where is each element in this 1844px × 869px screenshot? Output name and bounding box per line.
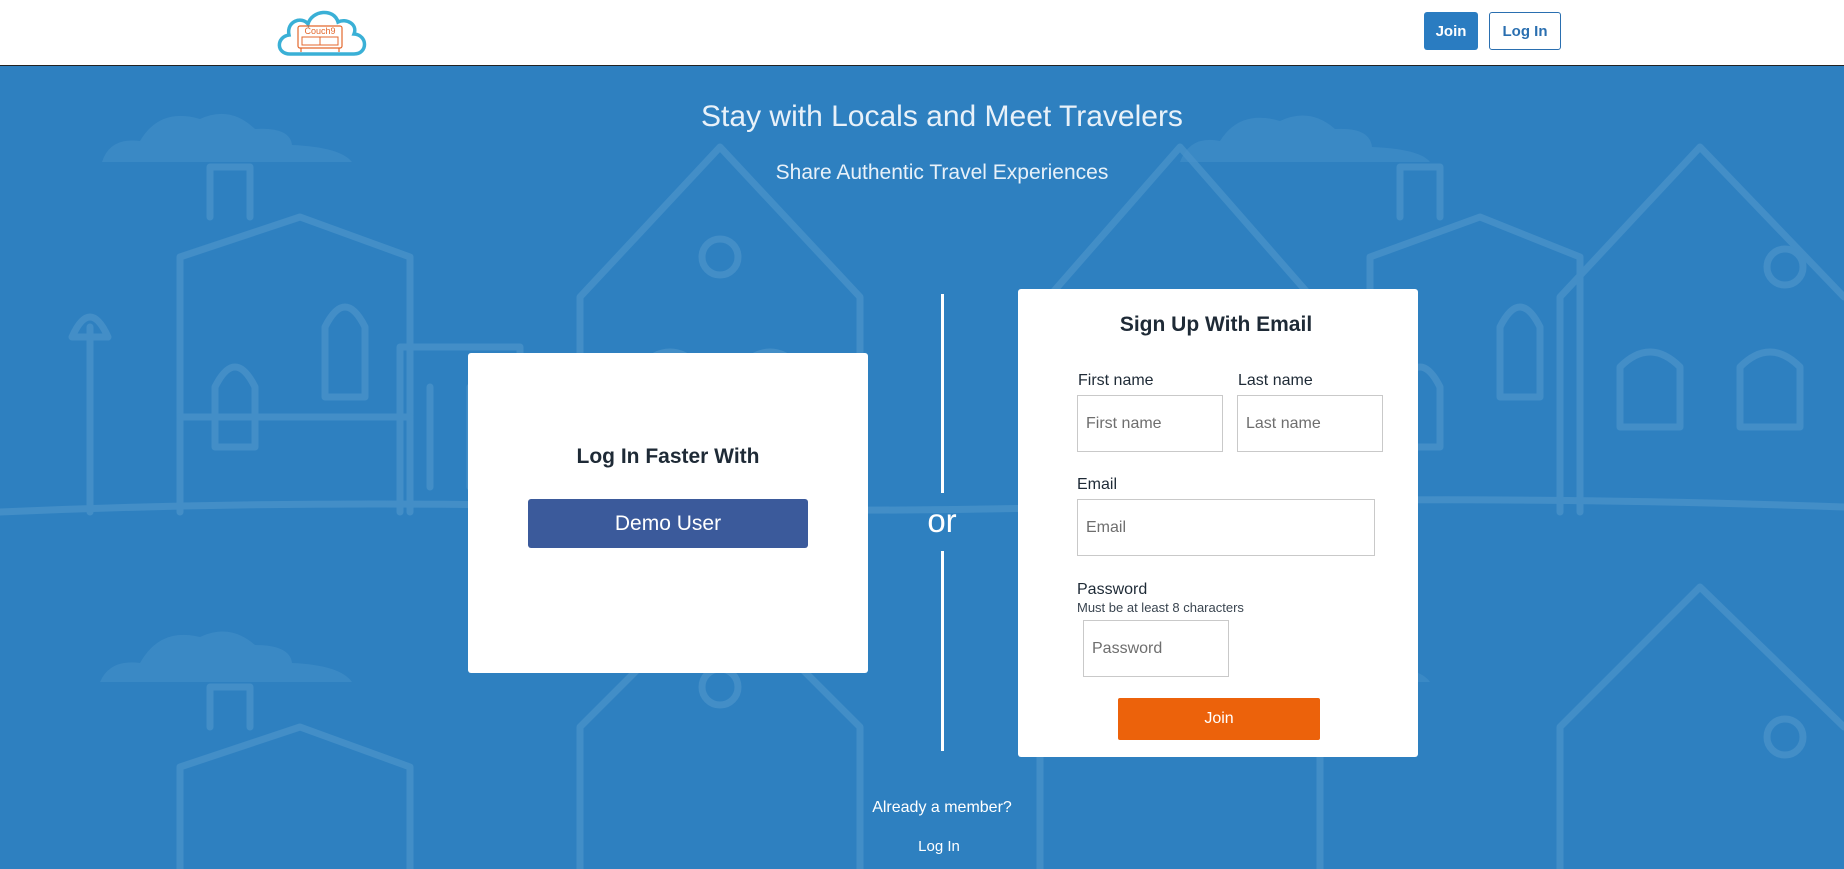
password-label: Password: [1077, 581, 1148, 598]
demo-card-title: Log In Faster With: [576, 445, 760, 468]
password-field[interactable]: [1083, 620, 1229, 677]
hero-title: Stay with Locals and Meet Travelers: [701, 100, 1183, 133]
footer-login-link[interactable]: Log In: [0, 838, 1844, 855]
header-login-button[interactable]: Log In: [1489, 12, 1561, 50]
password-hint: Must be at least 8 characters: [1077, 600, 1244, 615]
hero-subtitle: Share Authentic Travel Experiences: [775, 161, 1109, 184]
email-field[interactable]: [1077, 499, 1375, 556]
last-name-label: Last name: [1238, 372, 1313, 389]
demo-login-card: Log In Faster With Demo User: [468, 353, 868, 673]
logo-text: Couch9: [304, 26, 335, 36]
or-separator: or: [927, 502, 957, 539]
signup-title: Sign Up With Email: [1119, 313, 1313, 336]
demo-user-button[interactable]: Demo User: [528, 499, 808, 548]
first-name-field[interactable]: [1077, 395, 1223, 452]
first-name-label: First name: [1078, 372, 1154, 389]
email-label: Email: [1077, 476, 1118, 493]
already-member-text: Already a member?: [872, 799, 1012, 816]
top-nav-bar: Couch9 Join Log In: [0, 0, 1844, 66]
signup-join-button[interactable]: Join: [1118, 698, 1320, 740]
signup-card: Sign Up With Email First name Last name …: [1018, 289, 1418, 757]
header-join-button[interactable]: Join: [1424, 12, 1478, 50]
last-name-field[interactable]: [1237, 395, 1383, 452]
divider-line-top: [941, 294, 944, 493]
background-illustration: [0, 113, 1844, 869]
divider-line-bottom: [941, 551, 944, 751]
couch9-logo[interactable]: Couch9: [274, 4, 370, 60]
